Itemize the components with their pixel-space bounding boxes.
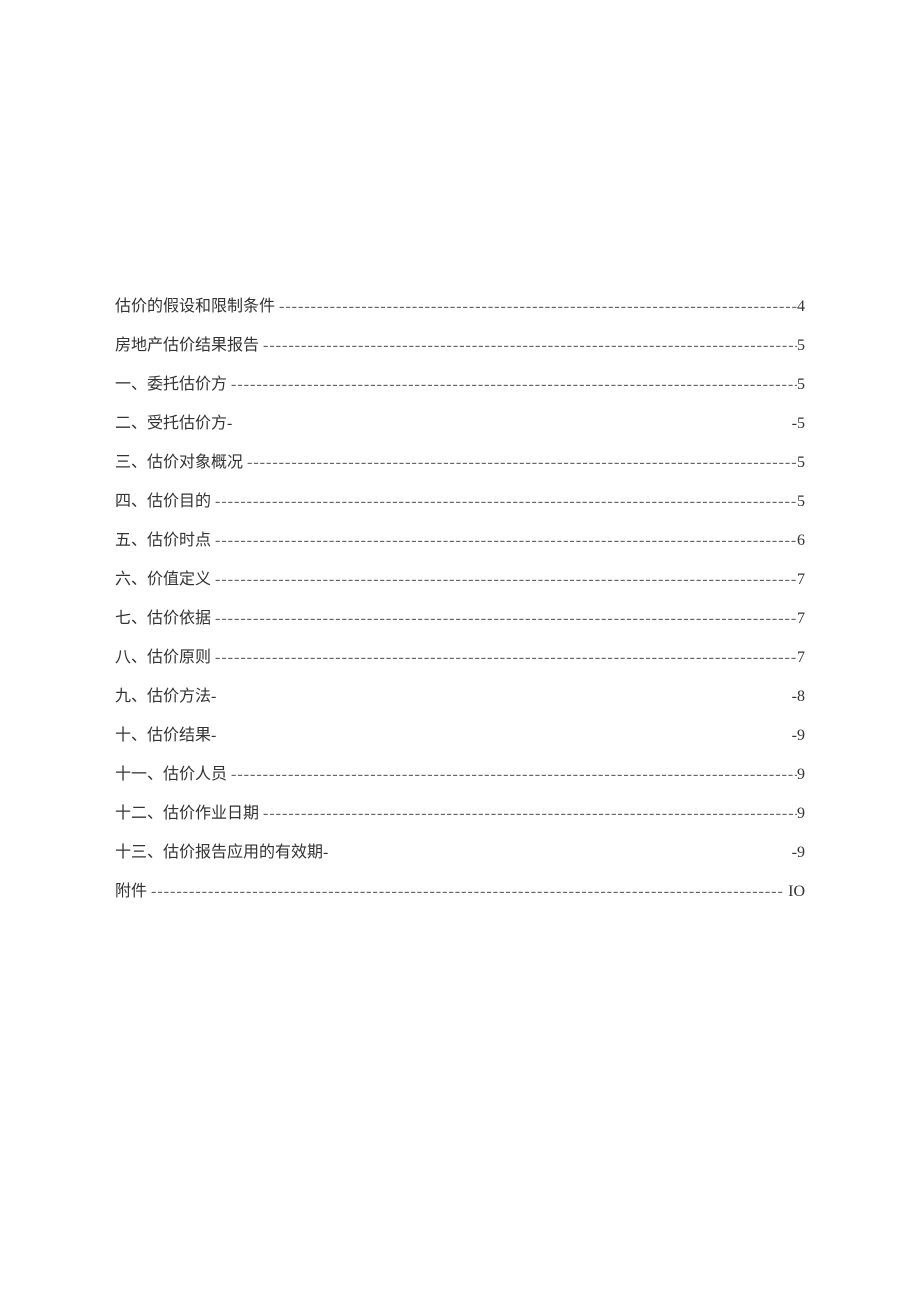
toc-leader [211, 568, 797, 592]
toc-entry-title: 三、估价对象概况 [115, 451, 243, 475]
toc-entry-title: 十三、估价报告应用的有效期- [115, 841, 328, 865]
toc-leader [259, 334, 797, 358]
toc-entry-page: 9 [797, 802, 805, 826]
toc-entry-title: 估价的假设和限制条件 [115, 295, 275, 319]
toc-entry: 十二、估价作业日期 9 [115, 802, 805, 826]
toc-entry-title: 房地产估价结果报告 [115, 334, 259, 358]
toc-entry: 五、估价时点 6 [115, 529, 805, 553]
toc-leader [275, 295, 797, 319]
toc-entry-page: -9 [792, 724, 805, 748]
toc-entry: 六、价值定义 7 [115, 568, 805, 592]
toc-entry: 十三、估价报告应用的有效期- -9 [115, 841, 805, 865]
toc-entry: 九、估价方法- -8 [115, 685, 805, 709]
toc-leader [211, 607, 797, 631]
toc-entry: 七、估价依据 7 [115, 607, 805, 631]
toc-entry: 二、受托估价方- -5 [115, 412, 805, 436]
toc-entry: 十一、估价人员 9 [115, 763, 805, 787]
toc-leader [243, 451, 797, 475]
toc-entry-title: 七、估价依据 [115, 607, 211, 631]
toc-entry-title: 十二、估价作业日期 [115, 802, 259, 826]
toc-entry-title: 十、估价结果- [115, 724, 216, 748]
toc-leader [227, 373, 797, 397]
toc-entry-title: 四、估价目的 [115, 490, 211, 514]
toc-entry: 十、估价结果- -9 [115, 724, 805, 748]
toc-entry-page: -9 [792, 841, 805, 865]
toc-entry: 一、委托估价方 5 [115, 373, 805, 397]
toc-entry-page: 7 [797, 568, 805, 592]
toc-entry-title: 二、受托估价方- [115, 412, 232, 436]
table-of-contents: 估价的假设和限制条件 4 房地产估价结果报告 5 一、委托估价方 5 二、受托估价方- -5 三… [115, 295, 805, 904]
toc-leader [227, 763, 797, 787]
toc-entry-title: 一、委托估价方 [115, 373, 227, 397]
toc-leader [211, 490, 797, 514]
toc-leader [211, 646, 797, 670]
toc-entry-page: 9 [797, 763, 805, 787]
toc-leader [259, 802, 797, 826]
toc-entry-page: 7 [797, 646, 805, 670]
toc-entry-title: 五、估价时点 [115, 529, 211, 553]
toc-entry-page: 5 [797, 373, 805, 397]
toc-entry: 估价的假设和限制条件 4 [115, 295, 805, 319]
toc-entry-title: 附件 [115, 880, 147, 904]
toc-entry: 附件 IO [115, 880, 805, 904]
toc-entry: 四、估价目的 5 [115, 490, 805, 514]
toc-entry-title: 九、估价方法- [115, 685, 216, 709]
toc-entry-page: IO [788, 880, 805, 904]
toc-entry: 三、估价对象概况 5 [115, 451, 805, 475]
toc-entry-page: 7 [797, 607, 805, 631]
toc-entry-page: 6 [797, 529, 805, 553]
toc-entry-title: 六、价值定义 [115, 568, 211, 592]
toc-leader [211, 529, 797, 553]
toc-entry-title: 十一、估价人员 [115, 763, 227, 787]
toc-entry-title: 八、估价原则 [115, 646, 211, 670]
toc-entry: 八、估价原则 7 [115, 646, 805, 670]
toc-entry: 房地产估价结果报告 5 [115, 334, 805, 358]
toc-entry-page: -5 [792, 412, 805, 436]
toc-entry-page: 5 [797, 451, 805, 475]
toc-entry-page: 5 [797, 490, 805, 514]
toc-leader [147, 880, 788, 904]
toc-entry-page: 4 [797, 295, 805, 319]
toc-entry-page: 5 [797, 334, 805, 358]
toc-entry-page: -8 [792, 685, 805, 709]
